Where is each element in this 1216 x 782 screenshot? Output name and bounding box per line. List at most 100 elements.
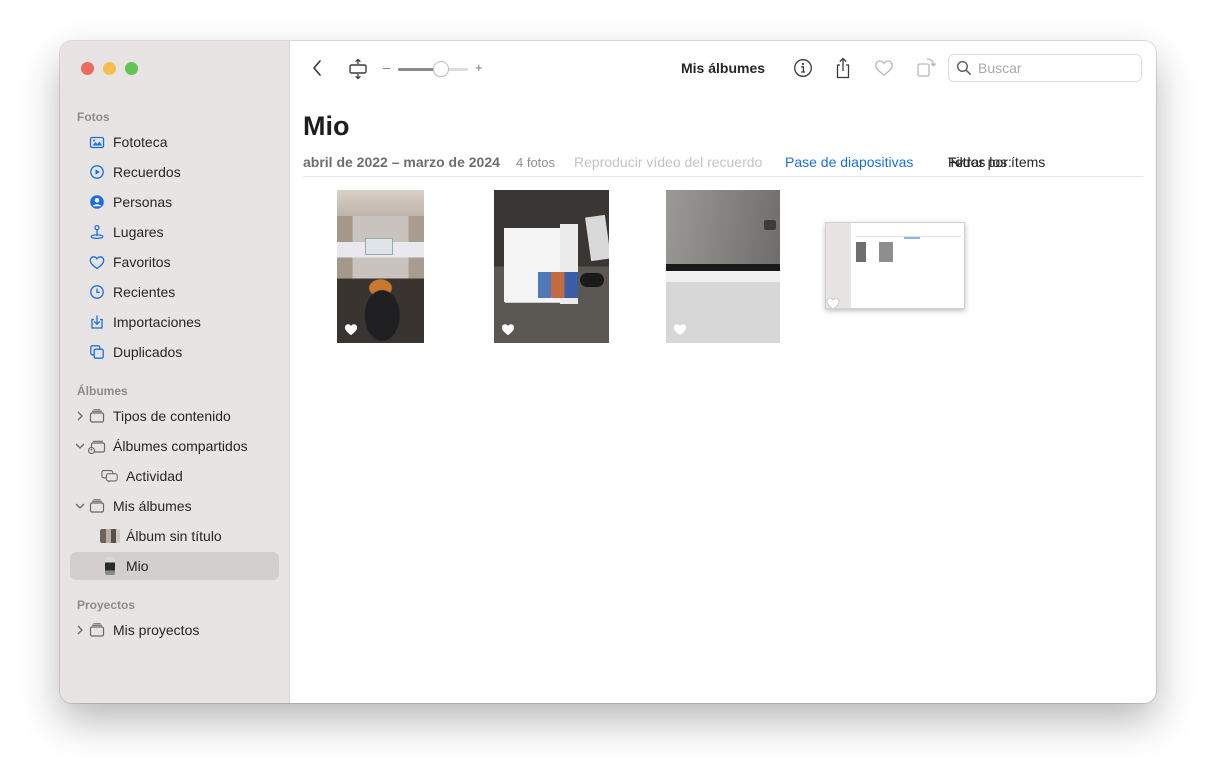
sidebar-item-label: Importaciones xyxy=(113,314,201,330)
photo-socket xyxy=(764,220,776,230)
rotate-button[interactable] xyxy=(914,55,938,79)
sidebar-item-fototeca[interactable]: Fototeca xyxy=(70,128,279,156)
activity-icon xyxy=(101,467,119,485)
share-icon xyxy=(836,57,850,79)
search-field[interactable] xyxy=(948,54,1142,82)
sidebar-item-label: Tipos de contenido xyxy=(113,408,231,424)
chevron-right-icon[interactable] xyxy=(75,625,85,635)
sidebar-item-label: Álbum sin título xyxy=(126,528,222,544)
favorite-button[interactable] xyxy=(872,57,896,79)
photo-ceiling xyxy=(337,190,424,216)
heart-icon xyxy=(88,253,106,271)
close-window-button[interactable] xyxy=(81,62,94,75)
chevron-down-icon[interactable] xyxy=(75,442,85,450)
photo-controller xyxy=(580,273,604,287)
photo-game-cases xyxy=(538,272,578,298)
heart-icon[interactable] xyxy=(826,297,840,309)
people-icon xyxy=(88,193,106,211)
rotate-icon xyxy=(917,58,937,77)
play-memory-video-link[interactable]: Reproducir vídeo del recuerdo xyxy=(574,154,762,170)
screenshot-thumbnail[interactable] xyxy=(825,222,965,309)
sidebar-item-recientes[interactable]: Recientes xyxy=(70,278,279,306)
sidebar-item-personas[interactable]: Personas xyxy=(70,188,279,216)
memories-icon xyxy=(88,163,106,181)
sidebar-item-label: Lugares xyxy=(113,224,164,240)
photo-library-icon xyxy=(88,133,106,151)
sidebar-item-label: Actividad xyxy=(126,468,183,484)
window-controls xyxy=(81,62,138,75)
heart-icon[interactable] xyxy=(673,323,687,336)
sidebar-item-actividad[interactable]: Actividad xyxy=(70,462,279,490)
screenshot-photo-1 xyxy=(856,242,866,262)
zoom-slider[interactable]: – + xyxy=(383,60,493,77)
photo-thumbnail[interactable] xyxy=(666,190,780,343)
photo-wall xyxy=(666,190,780,264)
sidebar-item-favoritos[interactable]: Favoritos xyxy=(70,248,279,276)
section-title-fotos: Fotos xyxy=(77,110,110,124)
fit-toggle-button[interactable] xyxy=(346,57,370,81)
slideshow-link[interactable]: Pase de diapositivas xyxy=(785,154,913,170)
sidebar-item-mis-proyectos[interactable]: Mis proyectos xyxy=(70,616,279,644)
zoom-slider-knob[interactable] xyxy=(434,62,449,76)
info-icon xyxy=(794,59,812,77)
places-icon xyxy=(88,223,106,241)
search-icon xyxy=(956,60,971,75)
zoom-window-button[interactable] xyxy=(125,62,138,75)
sidebar-item-importaciones[interactable]: Importaciones xyxy=(70,308,279,336)
photo-count: 4 fotos xyxy=(516,155,556,170)
photo-thumbnail[interactable] xyxy=(494,190,609,343)
fit-resize-icon xyxy=(349,58,367,80)
zoom-minus-label: – xyxy=(383,60,391,75)
heart-icon[interactable] xyxy=(501,323,515,336)
heart-icon xyxy=(875,60,893,76)
clock-icon xyxy=(88,283,106,301)
share-button[interactable] xyxy=(831,55,855,81)
sidebar-item-label: Personas xyxy=(113,194,173,210)
chevron-down-icon[interactable] xyxy=(75,502,85,510)
sidebar-item-label: Favoritos xyxy=(113,254,171,270)
sidebar-item-label: Mio xyxy=(126,558,149,574)
sidebar-item-label: Mis proyectos xyxy=(113,622,200,638)
info-button[interactable] xyxy=(791,56,815,80)
search-input[interactable] xyxy=(978,60,1128,76)
screenshot-photo-2 xyxy=(879,242,893,262)
duplicates-icon xyxy=(88,343,106,361)
screenshot-link xyxy=(904,237,920,239)
folder-stack-icon xyxy=(88,497,106,515)
sidebar: Fotos Fototeca Recuerdos Personas Lugare… xyxy=(60,41,290,703)
sidebar-item-label: Recientes xyxy=(113,284,176,300)
photo-frame xyxy=(585,214,609,262)
sidebar-item-tipos-de-contenido[interactable]: Tipos de contenido xyxy=(70,402,279,430)
minimize-window-button[interactable] xyxy=(103,62,116,75)
sidebar-item-recuerdos[interactable]: Recuerdos xyxy=(70,158,279,186)
sidebar-item-albumes-compartidos[interactable]: Álbumes compartidos xyxy=(70,432,279,460)
back-button[interactable] xyxy=(306,57,328,79)
sidebar-item-duplicados[interactable]: Duplicados xyxy=(70,338,279,366)
sidebar-item-label: Mis álbumes xyxy=(113,498,192,514)
filter-dropdown[interactable]: Filtrar por: Todos los ítems xyxy=(948,154,1045,170)
section-title-albumes: Álbumes xyxy=(77,384,128,398)
sidebar-item-label: Duplicados xyxy=(113,344,183,360)
album-thumbnail xyxy=(100,529,120,543)
sidebar-item-mis-albumes[interactable]: Mis álbumes xyxy=(70,492,279,520)
chevron-left-icon xyxy=(313,60,321,76)
zoom-slider-track[interactable] xyxy=(398,62,468,76)
section-title-proyectos: Proyectos xyxy=(77,598,136,612)
heart-icon[interactable] xyxy=(344,323,358,336)
album-thumbnail xyxy=(105,557,115,575)
filter-value: Todos los ítems xyxy=(948,154,1046,170)
album-info-bar: abril de 2022 – marzo de 2024 4 fotos Re… xyxy=(303,154,1143,176)
page-title: Mio xyxy=(303,111,350,141)
sidebar-item-album-sin-titulo[interactable]: Álbum sin título xyxy=(70,522,279,550)
sidebar-item-label: Álbumes compartidos xyxy=(113,438,248,454)
import-icon xyxy=(88,313,106,331)
photo-projector-screen xyxy=(365,238,393,255)
photo-thumbnail[interactable] xyxy=(337,190,424,343)
main-content: – + Mis álbumes Buscar Mio abril de 2022… xyxy=(290,41,1156,703)
sidebar-item-label: Recuerdos xyxy=(113,164,181,180)
chevron-right-icon[interactable] xyxy=(75,411,85,421)
sidebar-item-mio[interactable]: Mio xyxy=(70,552,279,580)
sidebar-item-label: Fototeca xyxy=(113,134,168,150)
sidebar-item-lugares[interactable]: Lugares xyxy=(70,218,279,246)
folder-stack-icon xyxy=(88,407,106,425)
